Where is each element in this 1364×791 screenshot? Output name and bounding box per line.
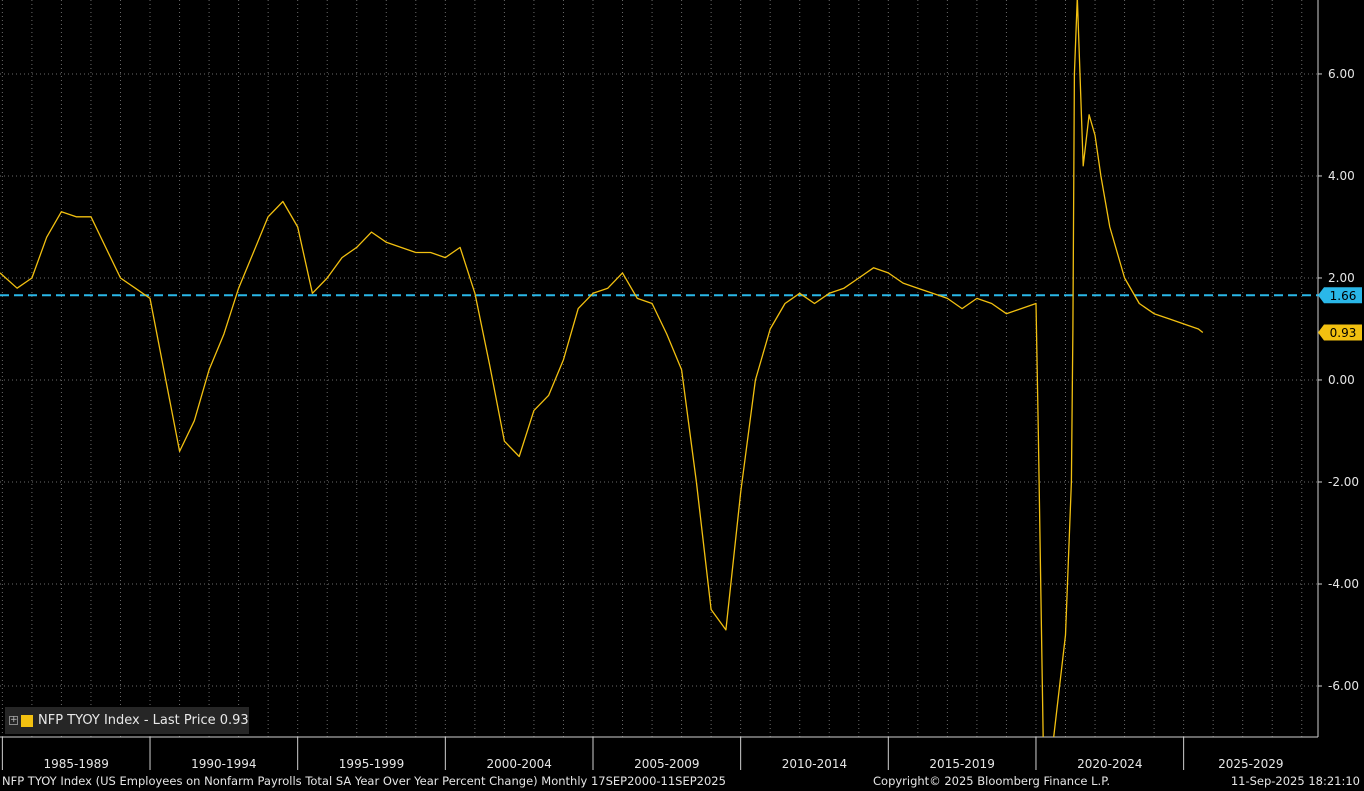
- y-tick-label: 2.00: [1328, 271, 1355, 285]
- footer-timestamp: 11-Sep-2025 18:21:10: [1230, 774, 1360, 788]
- value-markers: 1.66 0.93: [1318, 287, 1362, 341]
- x-tick-label: 1990-1994: [191, 757, 256, 771]
- legend-label: NFP TYOY Index - Last Price 0.93: [38, 713, 249, 728]
- legend-swatch: [21, 714, 33, 727]
- y-tick-label: -4.00: [1328, 577, 1359, 591]
- footer-copyright: Copyright© 2025 Bloomberg Finance L.P.: [873, 774, 1110, 788]
- last-value-marker: 0.93: [1318, 324, 1362, 341]
- y-tick-label: -2.00: [1328, 475, 1359, 489]
- chart-canvas: 1985-1989 1990-1994 1995-1999 2000-2004 2005…: [0, 0, 1362, 771]
- x-axis-labels: 1985-1989 1990-1994 1995-1999 2000-2004 2005…: [43, 757, 1283, 771]
- x-tick-label: 1985-1989: [43, 757, 108, 771]
- plot-area: [0, 0, 1318, 737]
- legend[interactable]: + NFP TYOY Index - Last Price 0.93: [5, 707, 249, 734]
- legend-expander-icon[interactable]: +: [9, 716, 18, 725]
- x-tick-label: 1995-1999: [339, 757, 404, 771]
- reference-value-marker: 1.66: [1318, 287, 1362, 304]
- y-tick-label: 4.00: [1328, 169, 1355, 183]
- y-tick-label: -6.00: [1328, 679, 1359, 693]
- x-tick-label: 2020-2024: [1077, 757, 1142, 771]
- x-tick-label: 2015-2019: [929, 757, 994, 771]
- x-tick-label: 2000-2004: [486, 757, 551, 771]
- last-value-marker-label: 0.93: [1330, 326, 1357, 340]
- x-tick-label: 2005-2009: [634, 757, 699, 771]
- x-tick-label: 2010-2014: [782, 757, 847, 771]
- x-tick-label: 2025-2029: [1218, 757, 1283, 771]
- reference-value-marker-label: 1.66: [1330, 289, 1357, 303]
- y-tick-label: 6.00: [1328, 67, 1355, 81]
- y-axis-labels: 6.00 4.00 2.00 0.00 -2.00 -4.00 -6.00: [1328, 67, 1359, 693]
- footer-description: NFP TYOY Index (US Employees on Nonfarm …: [2, 774, 726, 788]
- series-line: [0, 0, 1204, 737]
- grid-lines: [0, 0, 1318, 737]
- y-tick-label: 0.00: [1328, 373, 1355, 387]
- axes: [0, 0, 1322, 770]
